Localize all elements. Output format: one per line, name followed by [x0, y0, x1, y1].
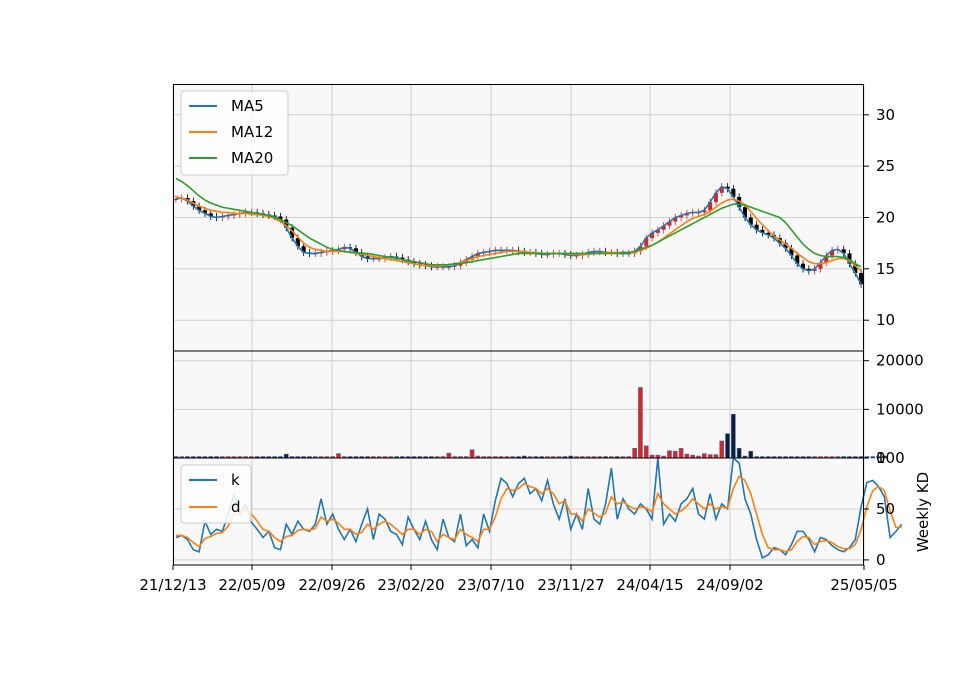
- y-tick-label: 25: [876, 157, 895, 175]
- volume-panel: [173, 351, 864, 458]
- legend-label-k: k: [231, 471, 240, 489]
- volume-bar: [748, 450, 754, 459]
- price-legend: MA5 MA12 MA20: [180, 90, 289, 176]
- x-tick-label: 24/04/15: [616, 576, 683, 594]
- legend-label-ma20: MA20: [231, 149, 273, 167]
- volume-bar: [336, 453, 341, 459]
- y-tick-label: 15: [876, 260, 895, 278]
- volume-bar: [632, 447, 637, 459]
- volume-bar: [713, 454, 719, 459]
- volume-bar: [283, 453, 289, 459]
- kd-legend: kd: [180, 464, 252, 524]
- volume-bar: [701, 453, 707, 459]
- stock-chart: 21/12/13 22/05/09 22/09/26 23/02/20 23/07/10…: [139, 84, 932, 594]
- volume-bar: [736, 447, 742, 459]
- volume-bar: [870, 456, 876, 459]
- volume-bar: [672, 450, 678, 459]
- x-tick-label: 22/09/26: [298, 576, 365, 594]
- volume-bar: [469, 449, 475, 459]
- x-tick-label: 23/11/27: [537, 576, 604, 594]
- volume-bar: [684, 453, 690, 459]
- y-tick-label: 30: [876, 106, 895, 124]
- y-tick-label: 20: [876, 209, 895, 227]
- volume-bar: [731, 413, 736, 459]
- volume-bar: [446, 452, 452, 459]
- y-tick-label: 50: [876, 500, 895, 518]
- volume-bar: [678, 447, 684, 459]
- y-tick-label: 100: [876, 449, 905, 467]
- x-tick-label: 21/12/13: [139, 576, 206, 594]
- legend-label-d: d: [231, 498, 241, 516]
- y-tick-label: 10000: [876, 400, 924, 418]
- legend-label-ma12: MA12: [231, 123, 273, 141]
- volume-bar: [667, 450, 672, 459]
- volume-bar: [725, 433, 730, 459]
- volume-bar: [719, 440, 725, 459]
- volume-bar: [638, 387, 643, 459]
- x-tick-label: 23/02/20: [377, 576, 444, 594]
- x-tick-label: 22/05/09: [218, 576, 285, 594]
- y-tick-label: 0: [876, 551, 886, 569]
- legend-label-ma5: MA5: [231, 97, 264, 115]
- volume-bar: [707, 454, 713, 459]
- y-tick-label: 10: [876, 311, 895, 329]
- volume-bar: [643, 445, 649, 459]
- x-tick-label: 24/09/02: [696, 576, 763, 594]
- y-tick-label: 20000: [876, 352, 924, 370]
- x-tick-label: 23/07/10: [457, 576, 524, 594]
- kd-axis-label: Weekly KD: [914, 472, 932, 552]
- x-tick-label: 25/05/05: [830, 576, 897, 594]
